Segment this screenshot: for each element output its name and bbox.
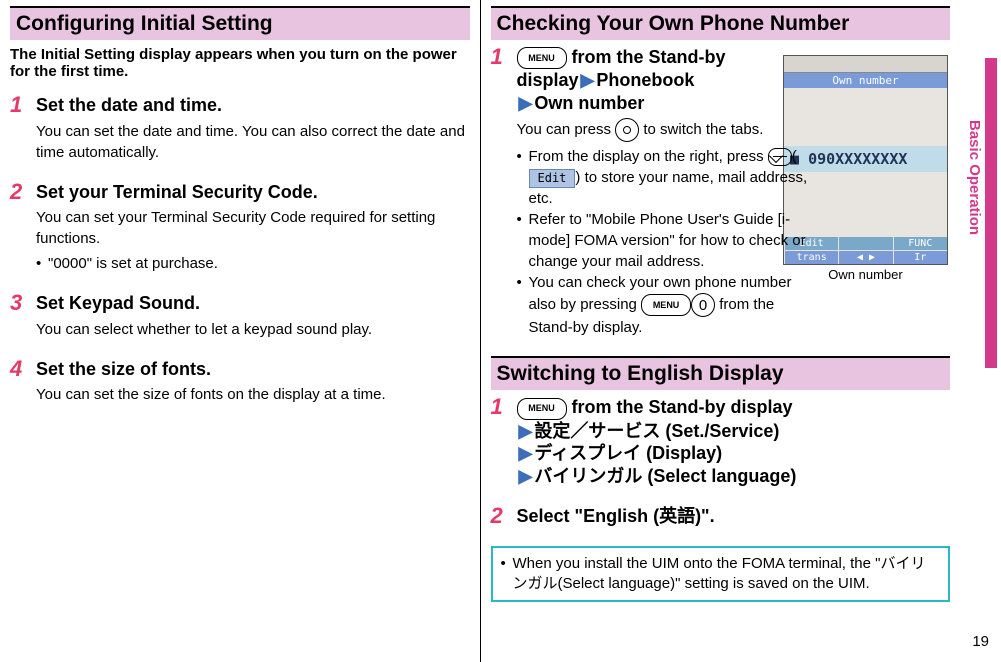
section-tab bbox=[985, 58, 997, 368]
page-margin: Basic Operation 19 bbox=[961, 0, 1001, 662]
section-label: Basic Operation bbox=[966, 120, 983, 235]
menu-key-icon: MENU bbox=[641, 294, 691, 316]
switch-step-1: 1 MENU from the Stand-by display ▶設定／サービ… bbox=[491, 396, 951, 487]
tip-box: When you install the UIM onto the FOMA t… bbox=[491, 546, 951, 603]
menu-key-icon: MENU bbox=[517, 47, 567, 69]
step-body: You can set your Terminal Security Code … bbox=[36, 207, 470, 249]
step-bullet: You can check your own phone number also… bbox=[517, 272, 817, 338]
zero-key-icon: 0 bbox=[691, 293, 715, 317]
step-title: Set Keypad Sound. bbox=[36, 292, 470, 315]
step-number: 1 bbox=[10, 92, 22, 118]
step-body: You can press to switch the tabs. bbox=[517, 118, 817, 142]
step-title: Set your Terminal Security Code. bbox=[36, 181, 470, 204]
step-body: You can set the date and time. You can a… bbox=[36, 121, 470, 163]
step-number: 2 bbox=[10, 179, 22, 205]
step-bullet: From the display on the right, press (Ed… bbox=[517, 146, 817, 209]
arrow-icon: ▶ bbox=[519, 93, 533, 113]
heading-initial-setting: Configuring Initial Setting bbox=[10, 6, 470, 40]
step-4: 4 Set the size of fonts. You can set the… bbox=[10, 358, 470, 406]
step-title: MENU from the Stand-by display ▶設定／サービス … bbox=[517, 396, 951, 487]
nav-key-icon bbox=[615, 118, 639, 142]
step-title: Set the size of fonts. bbox=[36, 358, 470, 381]
step-number: 1 bbox=[491, 44, 503, 70]
arrow-icon: ▶ bbox=[519, 421, 533, 441]
step-1: 1 Set the date and time. You can set the… bbox=[10, 94, 470, 163]
step-title: Select "English (英語)". bbox=[517, 505, 951, 528]
step-title: Set the date and time. bbox=[36, 94, 470, 117]
step-number: 2 bbox=[491, 503, 503, 529]
step-2: 2 Set your Terminal Security Code. You c… bbox=[10, 181, 470, 275]
arrow-icon: ▶ bbox=[581, 70, 595, 90]
step-title: MENU from the Stand-by display▶Phonebook… bbox=[517, 46, 827, 114]
step-number: 4 bbox=[10, 356, 22, 382]
intro-text: The Initial Setting display appears when… bbox=[10, 46, 470, 80]
step-number: 3 bbox=[10, 290, 22, 316]
step-3: 3 Set Keypad Sound. You can select wheth… bbox=[10, 292, 470, 340]
heading-english-display: Switching to English Display bbox=[491, 356, 951, 390]
arrow-icon: ▶ bbox=[519, 466, 533, 486]
page-number: 19 bbox=[972, 633, 989, 650]
heading-own-number: Checking Your Own Phone Number bbox=[491, 6, 951, 40]
arrow-icon: ▶ bbox=[519, 443, 533, 463]
step-body: You can select whether to let a keypad s… bbox=[36, 319, 470, 340]
edit-softkey-icon: Edit bbox=[529, 169, 576, 188]
mail-key-icon bbox=[768, 148, 792, 166]
step-body: You can set the size of fonts on the dis… bbox=[36, 384, 470, 405]
left-column: Configuring Initial Setting The Initial … bbox=[0, 0, 480, 662]
switch-step-2: 2 Select "English (英語)". bbox=[491, 505, 951, 528]
right-column: Checking Your Own Phone Number Own numbe… bbox=[481, 0, 961, 662]
menu-key-icon: MENU bbox=[517, 398, 567, 420]
tip-text: When you install the UIM onto the FOMA t… bbox=[501, 554, 941, 595]
step-bullet: "0000" is set at purchase. bbox=[36, 253, 470, 274]
step-number: 1 bbox=[491, 394, 503, 420]
own-number-step-1: 1 MENU from the Stand-by display▶Phonebo… bbox=[491, 46, 951, 338]
step-bullet: Refer to "Mobile Phone User's Guide [i-m… bbox=[517, 209, 817, 272]
